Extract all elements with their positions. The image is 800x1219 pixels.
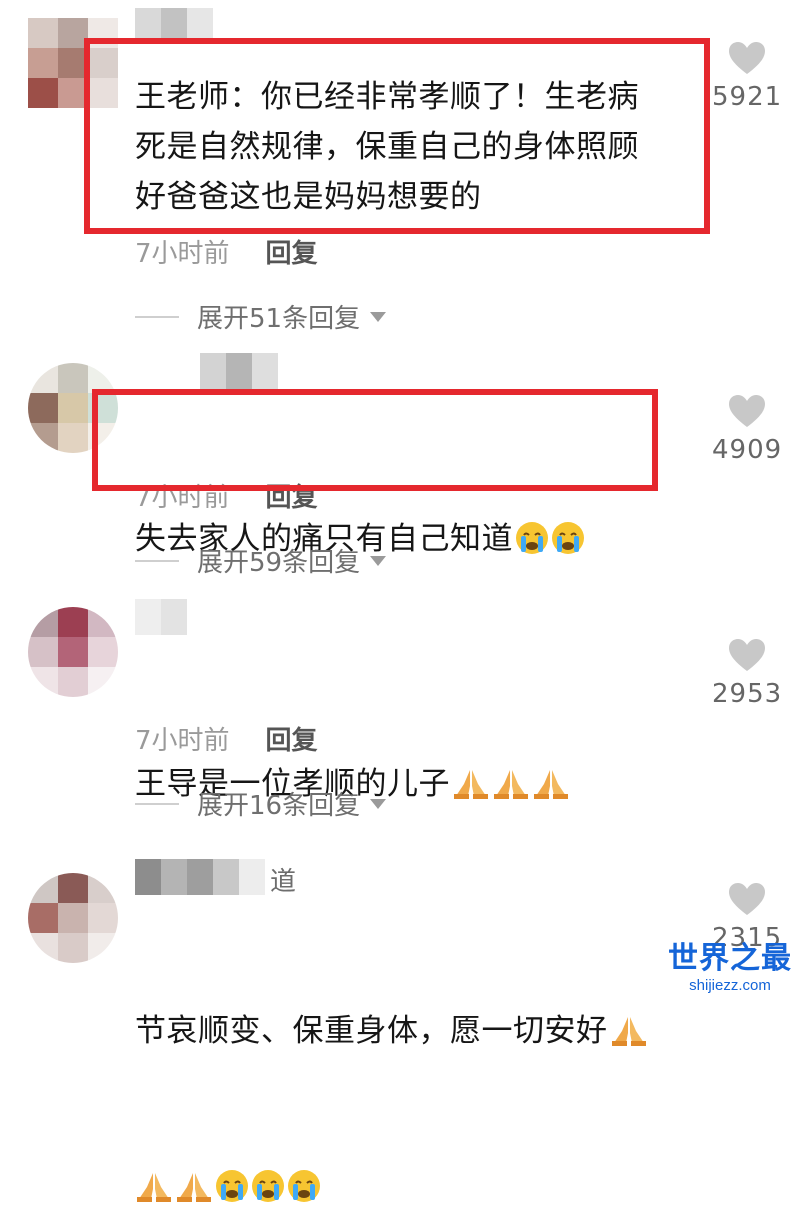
like-count: 2953 — [712, 679, 783, 709]
avatar[interactable] — [28, 607, 118, 697]
expand-replies-button[interactable]: 展开16条回复 — [135, 785, 387, 822]
crying-face-emoji — [251, 1115, 285, 1219]
crying-face-emoji — [515, 470, 549, 570]
heart-icon — [729, 42, 765, 74]
avatar[interactable] — [28, 873, 118, 963]
divider-line — [135, 315, 179, 318]
folded-hands-emoji — [492, 715, 530, 815]
comment-time: 7小时前 — [135, 239, 230, 269]
avatar[interactable] — [28, 18, 118, 108]
comment-text: 王老师：你已经非常孝顺了！生老病 死是自然规律，保重自己的身体照顾 好爸爸这也是… — [135, 79, 639, 215]
comment-meta: 7小时前 回复 — [135, 236, 318, 272]
divider-line — [135, 559, 179, 562]
expand-replies-button[interactable]: 展开59条回复 — [135, 542, 387, 579]
chevron-down-icon — [370, 311, 387, 322]
folded-hands-emoji — [135, 1115, 173, 1219]
comment-time: 7小时前 — [135, 726, 230, 756]
username-blurred[interactable] — [135, 599, 187, 635]
expand-replies-label: 展开59条回复 — [197, 548, 361, 578]
folded-hands-emoji — [532, 715, 570, 815]
avatar[interactable] — [28, 363, 118, 453]
divider-line — [135, 802, 179, 805]
crying-face-emoji — [287, 1115, 321, 1219]
expand-replies-button[interactable]: 展开51条回复 — [135, 298, 387, 335]
crying-face-emoji — [551, 470, 585, 570]
like-count: 5921 — [712, 82, 783, 112]
username-blurred[interactable] — [135, 8, 213, 44]
heart-icon — [729, 395, 765, 427]
folded-hands-emoji — [610, 959, 648, 1063]
like-count: 4909 — [712, 435, 783, 465]
like-button[interactable]: 2953 — [712, 637, 782, 709]
comment-text-content: 节哀顺变、保重身体，愿一切安好 — [135, 1013, 608, 1049]
comment-text: 节哀顺变、保重身体，愿一切安好 — [135, 907, 648, 1219]
watermark-title: 世界之最 — [668, 941, 792, 976]
like-button[interactable]: 4909 — [712, 393, 782, 465]
reply-button[interactable]: 回复 — [266, 236, 318, 272]
comment-meta: 7小时前 回复 — [135, 480, 318, 516]
expand-replies-label: 展开16条回复 — [197, 791, 361, 821]
comment-item: 王老师：你已经非常孝顺了！生老病 死是自然规律，保重自己的身体照顾 好爸爸这也是… — [0, 0, 800, 345]
chevron-down-icon — [370, 798, 387, 809]
username-blurred[interactable] — [135, 859, 265, 895]
site-watermark: 世界之最 shijiezz.com — [668, 933, 792, 994]
watermark-url: shijiezz.com — [689, 977, 771, 994]
comment-meta: 7小时前 回复 — [135, 723, 318, 759]
heart-icon — [729, 883, 765, 915]
heart-icon — [729, 639, 765, 671]
comment-item: 王导是一位孝顺的儿子 7小时前 回复 展开16条回复 2953 — [0, 595, 800, 845]
reply-button[interactable]: 回复 — [266, 480, 318, 516]
comment-time: 7小时前 — [135, 483, 230, 513]
like-button[interactable]: 5921 — [712, 40, 782, 112]
username-blurred[interactable] — [200, 353, 278, 389]
folded-hands-emoji — [452, 715, 490, 815]
folded-hands-emoji — [175, 1115, 213, 1219]
chevron-down-icon — [370, 555, 387, 566]
comment-item: 失去家人的痛只有自己知道 7小时前 回复 展开59条回复 4909 — [0, 345, 800, 595]
crying-face-emoji — [215, 1115, 249, 1219]
reply-button[interactable]: 回复 — [266, 723, 318, 759]
username-visible-part[interactable]: 道 — [270, 861, 296, 898]
expand-replies-label: 展开51条回复 — [197, 304, 361, 334]
